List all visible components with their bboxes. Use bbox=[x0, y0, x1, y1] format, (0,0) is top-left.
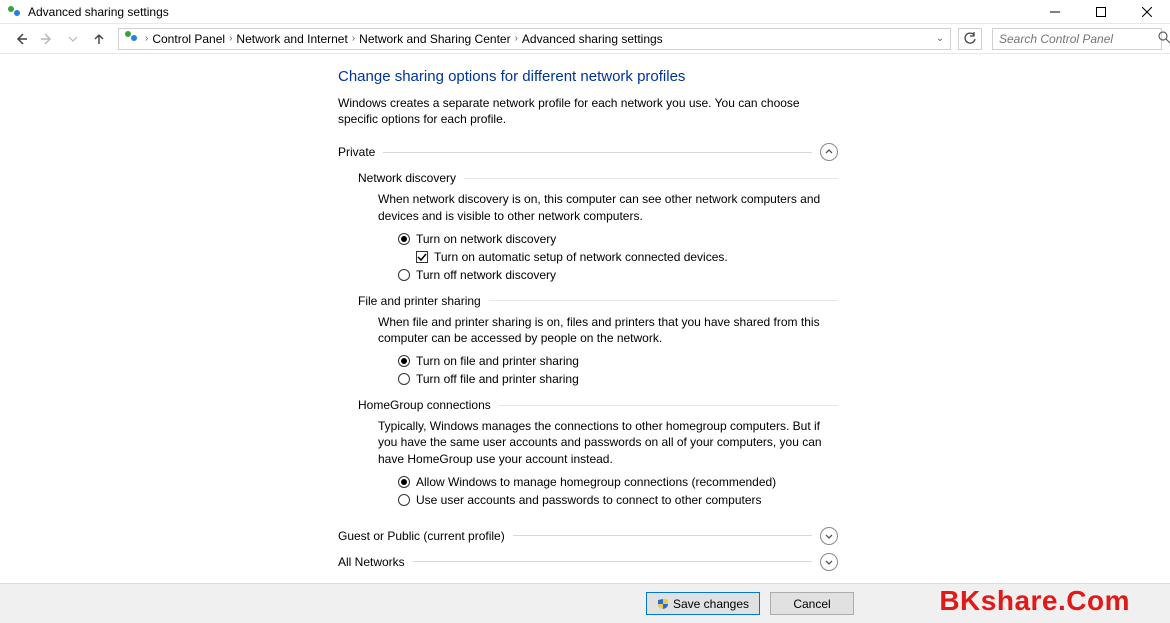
refresh-button[interactable] bbox=[958, 28, 982, 50]
section-title: File and printer sharing bbox=[358, 294, 481, 308]
breadcrumb-label: Advanced sharing settings bbox=[522, 32, 663, 46]
content-area: Change sharing options for different net… bbox=[0, 54, 1170, 583]
profile-header-private[interactable]: Private bbox=[338, 143, 838, 161]
search-icon bbox=[1158, 31, 1170, 47]
radio-icon bbox=[398, 269, 410, 281]
profile-header-all[interactable]: All Networks bbox=[338, 553, 838, 571]
chevron-down-icon[interactable] bbox=[820, 553, 838, 571]
radio-icon bbox=[398, 476, 410, 488]
option-label: Turn off file and printer sharing bbox=[416, 370, 579, 388]
address-dropdown[interactable]: ⌄ bbox=[932, 33, 948, 44]
section-homegroup: HomeGroup connections bbox=[358, 398, 838, 412]
breadcrumb-label: Control Panel bbox=[152, 32, 225, 46]
divider bbox=[489, 300, 838, 301]
divider bbox=[383, 152, 812, 153]
address-icon bbox=[123, 29, 139, 48]
profile-header-guest[interactable]: Guest or Public (current profile) bbox=[338, 527, 838, 545]
radio-fp-off[interactable]: Turn off file and printer sharing bbox=[398, 370, 838, 388]
recent-dropdown[interactable] bbox=[62, 28, 84, 50]
save-button[interactable]: Save changes bbox=[646, 592, 760, 615]
breadcrumb[interactable]: Network and Internet bbox=[234, 32, 349, 46]
breadcrumb-label: Network and Internet bbox=[236, 32, 347, 46]
up-button[interactable] bbox=[88, 28, 110, 50]
titlebar: Advanced sharing settings bbox=[0, 0, 1170, 24]
button-label: Save changes bbox=[673, 597, 749, 611]
cancel-button[interactable]: Cancel bbox=[770, 592, 854, 615]
chevron-down-icon[interactable] bbox=[820, 527, 838, 545]
button-label: Cancel bbox=[793, 597, 830, 611]
radio-icon bbox=[398, 233, 410, 245]
forward-button[interactable] bbox=[36, 28, 58, 50]
option-label: Use user accounts and passwords to conne… bbox=[416, 491, 762, 509]
radio-nd-off[interactable]: Turn off network discovery bbox=[398, 266, 838, 284]
window-title: Advanced sharing settings bbox=[28, 5, 169, 19]
profile-label: Private bbox=[338, 145, 375, 159]
chevron-up-icon[interactable] bbox=[820, 143, 838, 161]
page-title: Change sharing options for different net… bbox=[338, 68, 838, 85]
breadcrumb[interactable]: Network and Sharing Center bbox=[357, 32, 512, 46]
radio-icon bbox=[398, 355, 410, 367]
maximize-button[interactable] bbox=[1078, 0, 1124, 24]
option-label: Turn on file and printer sharing bbox=[416, 352, 579, 370]
divider bbox=[499, 405, 838, 406]
radio-hg-user[interactable]: Use user accounts and passwords to conne… bbox=[398, 491, 838, 509]
breadcrumb[interactable]: Control Panel bbox=[150, 32, 227, 46]
section-network-discovery: Network discovery bbox=[358, 171, 838, 185]
breadcrumb-label: Network and Sharing Center bbox=[359, 32, 510, 46]
divider bbox=[513, 535, 812, 536]
minimize-button[interactable] bbox=[1032, 0, 1078, 24]
section-description: When file and printer sharing is on, fil… bbox=[378, 314, 838, 346]
option-label: Turn on automatic setup of network conne… bbox=[434, 248, 728, 266]
profile-label: Guest or Public (current profile) bbox=[338, 529, 505, 543]
footer: Save changes Cancel bbox=[0, 583, 1170, 623]
radio-nd-on[interactable]: Turn on network discovery bbox=[398, 230, 838, 248]
nav-row: › Control Panel › Network and Internet ›… bbox=[0, 24, 1170, 54]
back-button[interactable] bbox=[10, 28, 32, 50]
profile-label: All Networks bbox=[338, 555, 405, 569]
chevron-right-icon[interactable]: › bbox=[227, 33, 234, 44]
chevron-right-icon[interactable]: › bbox=[350, 33, 357, 44]
option-label: Turn on network discovery bbox=[416, 230, 556, 248]
section-description: When network discovery is on, this compu… bbox=[378, 191, 838, 223]
radio-fp-on[interactable]: Turn on file and printer sharing bbox=[398, 352, 838, 370]
divider bbox=[464, 178, 838, 179]
search-box[interactable] bbox=[992, 28, 1162, 50]
checkbox-icon bbox=[416, 251, 428, 263]
section-title: HomeGroup connections bbox=[358, 398, 491, 412]
address-bar[interactable]: › Control Panel › Network and Internet ›… bbox=[118, 28, 951, 50]
breadcrumb[interactable]: Advanced sharing settings bbox=[520, 32, 665, 46]
close-button[interactable] bbox=[1124, 0, 1170, 24]
section-title: Network discovery bbox=[358, 171, 456, 185]
radio-hg-allow[interactable]: Allow Windows to manage homegroup connec… bbox=[398, 473, 838, 491]
page-description: Windows creates a separate network profi… bbox=[338, 95, 838, 127]
chevron-right-icon[interactable]: › bbox=[513, 33, 520, 44]
checkbox-nd-auto[interactable]: Turn on automatic setup of network conne… bbox=[416, 248, 838, 266]
search-input[interactable] bbox=[997, 31, 1158, 47]
option-label: Turn off network discovery bbox=[416, 266, 556, 284]
divider bbox=[413, 561, 812, 562]
radio-icon bbox=[398, 494, 410, 506]
option-label: Allow Windows to manage homegroup connec… bbox=[416, 473, 776, 491]
section-description: Typically, Windows manages the connectio… bbox=[378, 418, 838, 467]
chevron-right-icon[interactable]: › bbox=[143, 33, 150, 44]
section-file-printer: File and printer sharing bbox=[358, 294, 838, 308]
radio-icon bbox=[398, 373, 410, 385]
shield-icon bbox=[657, 598, 669, 610]
app-icon bbox=[6, 4, 22, 20]
